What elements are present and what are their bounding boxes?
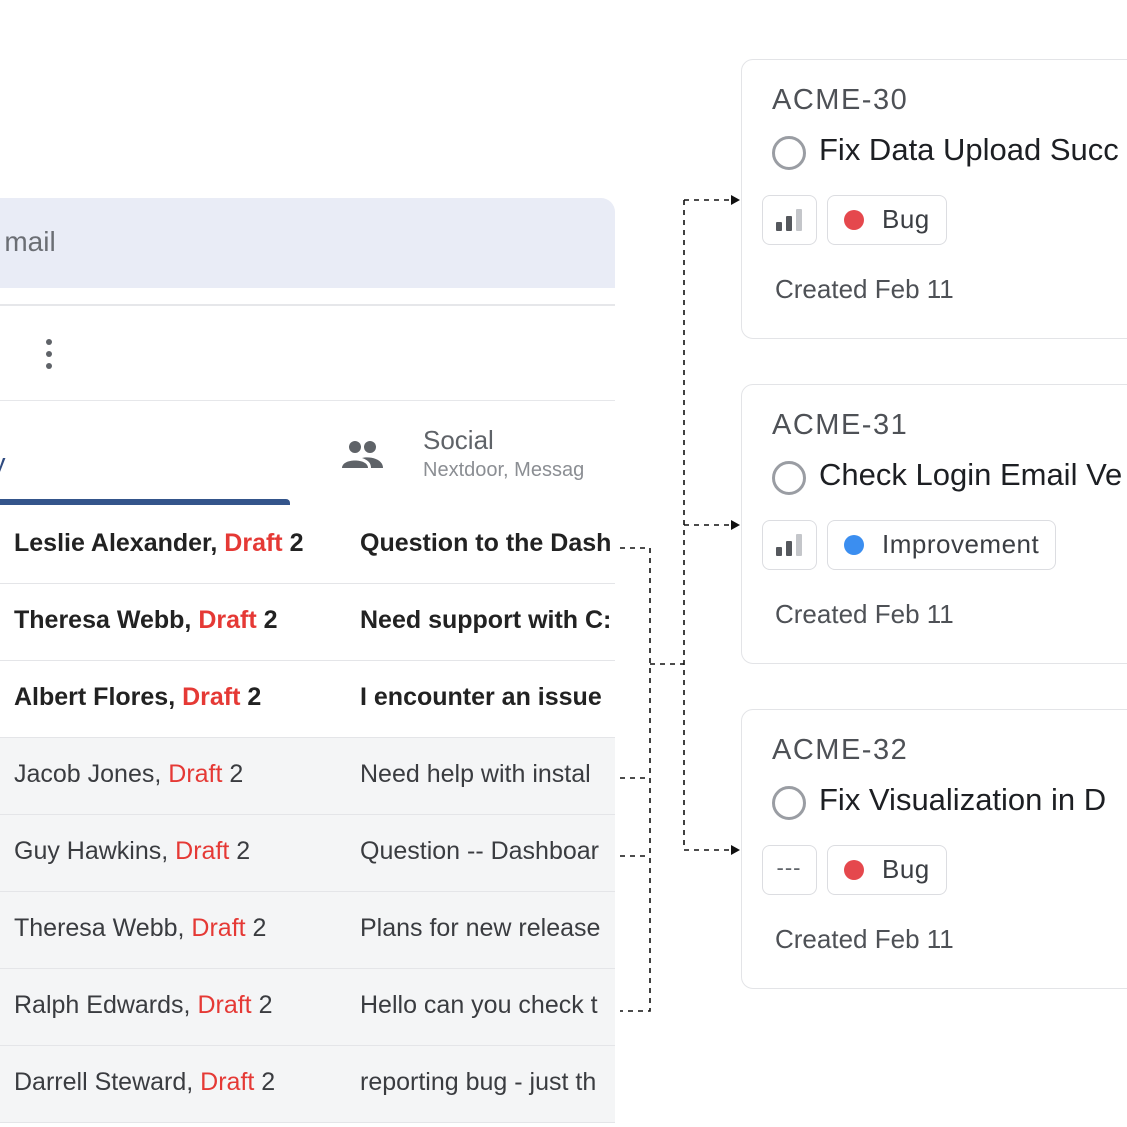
signal-bars-icon — [776, 534, 804, 556]
issue-title[interactable]: Fix Data Upload Succ — [819, 132, 1119, 168]
issue-card[interactable]: ACME-32 Fix Visualization in D --- Bug Creat… — [741, 709, 1127, 989]
priority-chip[interactable] — [762, 520, 817, 570]
issue-title[interactable]: Fix Visualization in D — [819, 782, 1106, 818]
issue-id: ACME-30 — [772, 84, 909, 116]
label-text: Improvement — [882, 529, 1040, 559]
issue-card[interactable]: ACME-31 Check Login Email Ve Improvement Cr… — [741, 384, 1127, 664]
circle-status-icon[interactable] — [772, 136, 806, 170]
priority-none-label: --- — [776, 855, 802, 880]
issue-title[interactable]: Check Login Email Ve — [819, 457, 1122, 493]
label-dot-icon — [844, 210, 864, 230]
label-chip[interactable]: Improvement — [827, 520, 1057, 570]
issue-id: ACME-31 — [772, 409, 909, 441]
signal-bars-icon — [776, 209, 804, 231]
label-chip[interactable]: Bug — [827, 845, 947, 895]
label-chip[interactable]: Bug — [827, 195, 947, 245]
created-date: Created Feb 11 — [775, 599, 954, 629]
created-date: Created Feb 11 — [775, 274, 954, 304]
label-text: Bug — [882, 854, 930, 884]
label-dot-icon — [844, 535, 864, 555]
label-text: Bug — [882, 204, 930, 234]
priority-chip[interactable]: --- — [762, 845, 817, 895]
priority-chip[interactable] — [762, 195, 817, 245]
created-date: Created Feb 11 — [775, 924, 954, 954]
issue-card[interactable]: ACME-30 Fix Data Upload Succ Bug Created Fe… — [741, 59, 1127, 339]
circle-status-icon[interactable] — [772, 461, 806, 495]
issue-id: ACME-32 — [772, 734, 909, 766]
label-dot-icon — [844, 860, 864, 880]
circle-status-icon[interactable] — [772, 786, 806, 820]
